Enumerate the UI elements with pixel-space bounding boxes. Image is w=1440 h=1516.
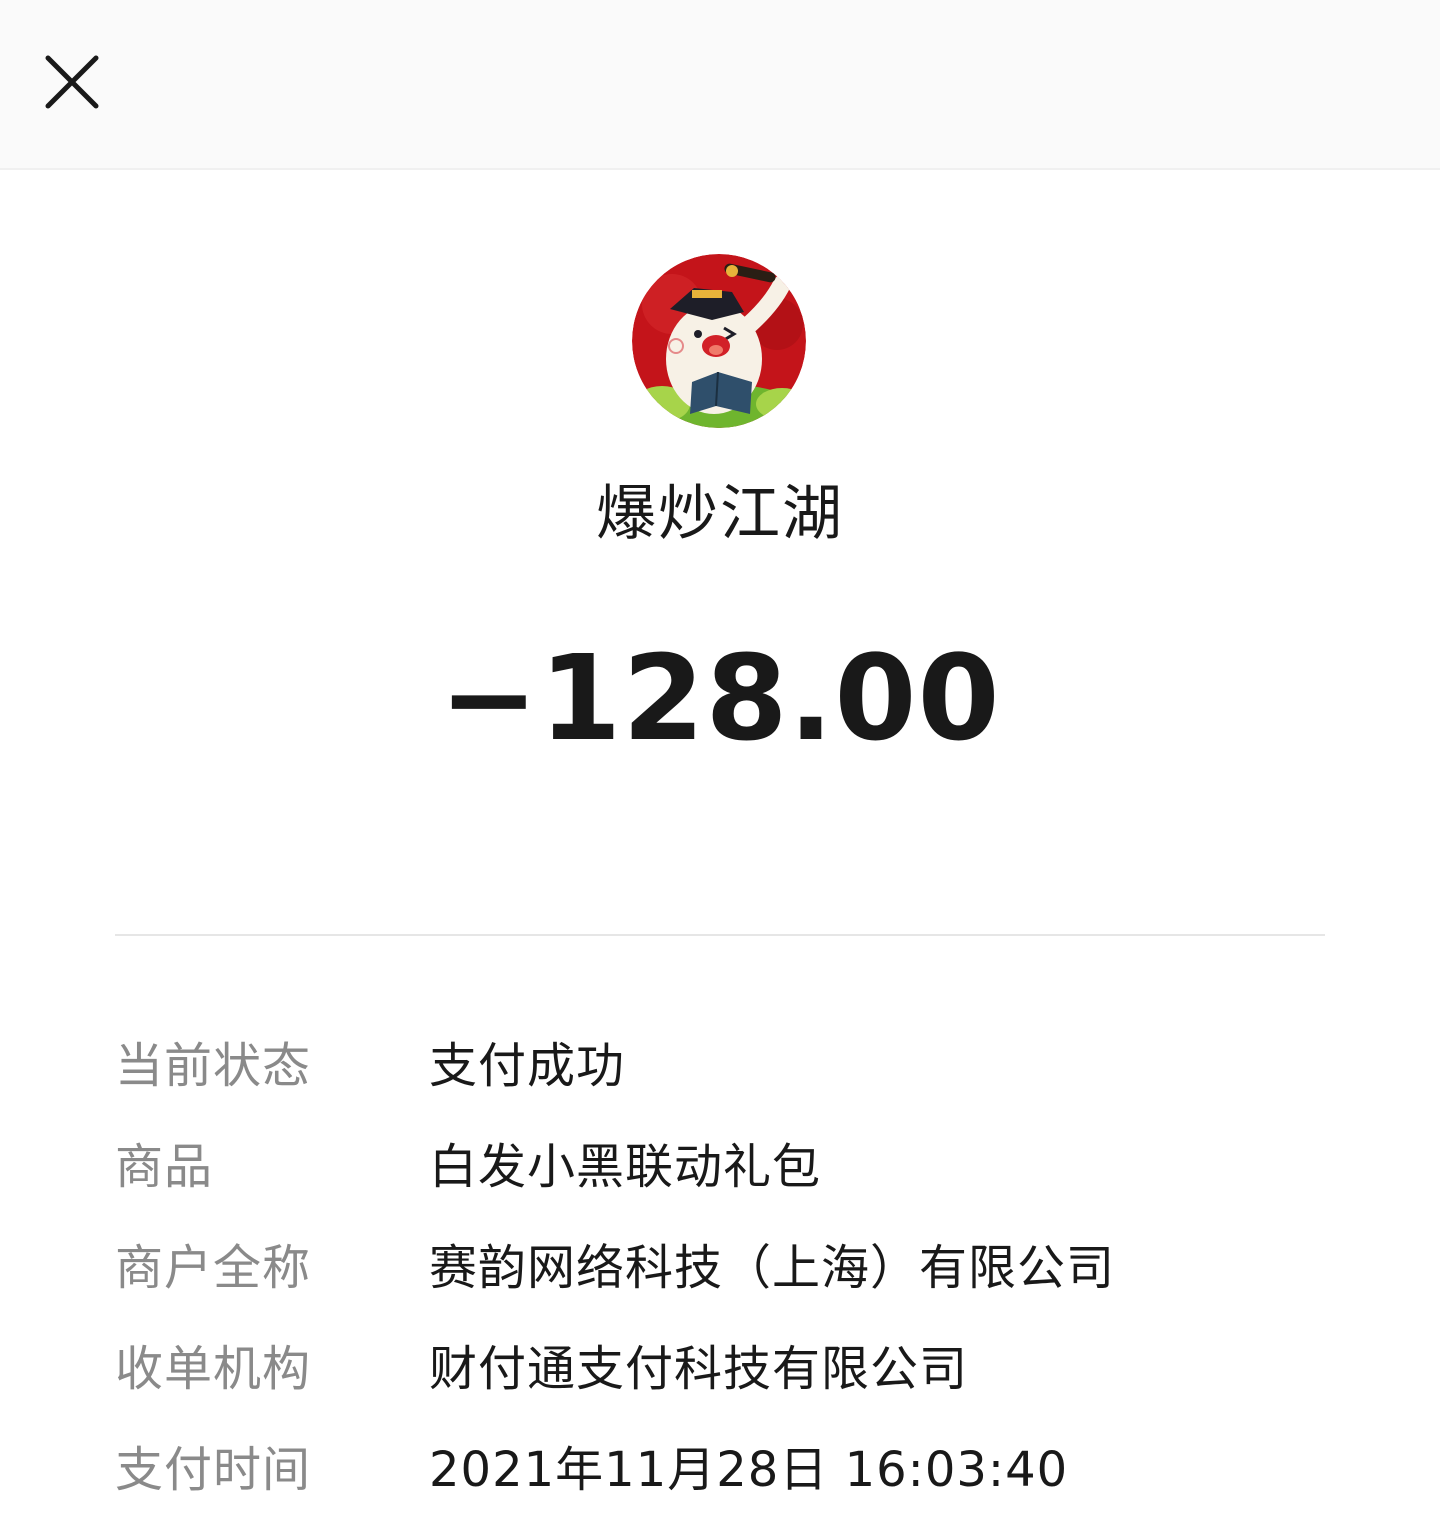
detail-value: 赛韵网络科技（上海）有限公司: [429, 1239, 1116, 1296]
close-icon: [45, 55, 99, 109]
detail-value: 财付通支付科技有限公司: [429, 1340, 969, 1397]
merchant-name: 爆炒江湖: [596, 479, 844, 549]
payment-amount: −128.00: [439, 629, 1001, 767]
close-button[interactable]: [36, 46, 108, 118]
detail-label: 商品: [115, 1138, 214, 1195]
detail-label: 支付时间: [115, 1441, 312, 1498]
detail-row-product: 商品 白发小黑联动礼包: [115, 1111, 1325, 1212]
game-character-avatar-icon: [632, 254, 806, 428]
payment-details: 当前状态 支付成功 商品 白发小黑联动礼包 商户全称 赛韵网络科技（上海）有限公…: [115, 1010, 1325, 1515]
detail-row-payment-time: 支付时间 2021年11月28日 16:03:40: [115, 1414, 1325, 1515]
top-bar: [0, 0, 1440, 170]
detail-value: 白发小黑联动礼包: [429, 1138, 822, 1195]
merchant-avatar: [632, 254, 806, 428]
detail-label: 商户全称: [115, 1239, 312, 1296]
detail-row-merchant-fullname: 商户全称 赛韵网络科技（上海）有限公司: [115, 1212, 1325, 1313]
detail-value: 2021年11月28日 16:03:40: [429, 1441, 1069, 1498]
divider: [115, 934, 1325, 936]
detail-value: 支付成功: [429, 1037, 626, 1094]
detail-label: 收单机构: [115, 1340, 312, 1397]
detail-row-acquirer: 收单机构 财付通支付科技有限公司: [115, 1313, 1325, 1414]
detail-row-status: 当前状态 支付成功: [115, 1010, 1325, 1111]
detail-label: 当前状态: [115, 1037, 312, 1094]
